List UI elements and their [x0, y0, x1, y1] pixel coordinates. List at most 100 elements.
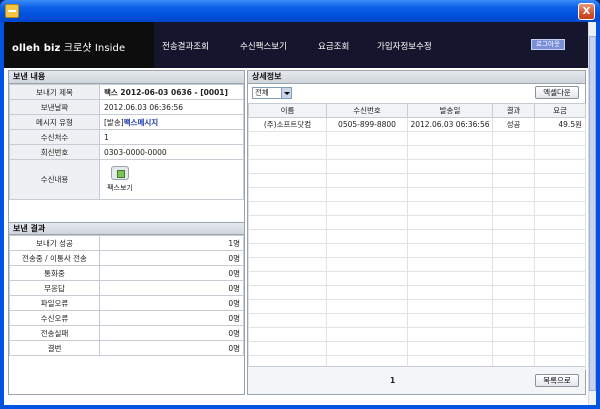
column-header-sent-date[interactable]: 발송일 — [407, 103, 493, 118]
send-result-table: 보내기 성공 1명 전송중 / 이통사 전송 0명 통화중 0명 무응답 0명 파일오류… — [9, 235, 244, 356]
empty-row — [248, 341, 586, 356]
nav-fee-inquiry[interactable]: 요금조회 — [318, 40, 349, 52]
table-row: 파일오류 0명 — [9, 295, 244, 311]
row-label: 보내기 제목 — [9, 84, 100, 100]
table-row[interactable]: (주)소프트닷컴 0505-899-8800 2012.06.03 06:36:… — [248, 117, 586, 132]
row-label: 메시지 유형 — [9, 114, 100, 130]
row-value: 0명 — [99, 265, 244, 281]
empty-row — [248, 285, 586, 300]
filter-select[interactable]: 전체 — [252, 87, 292, 99]
logout-button[interactable]: 로그아웃 — [531, 39, 565, 50]
view-fax-cell: 팩스보기 — [99, 159, 244, 200]
empty-row — [248, 131, 586, 146]
detail-toolbar: 전체 엑셀다운 — [248, 85, 585, 101]
send-result-heading: 보낸 결과 — [9, 222, 244, 235]
table-row: 수신내용 팩스보기 — [9, 159, 244, 200]
detail-table: 이름 수신번호 발송일 결과 요금 (주)소프트닷컴 0505-899-8800… — [248, 103, 586, 370]
row-label: 파일오류 — [9, 295, 100, 311]
table-row: 보낸날짜 2012.06.03 06:36:56 — [9, 99, 244, 115]
table-row: 회신번호 0303-0000-0000 — [9, 144, 244, 160]
row-label: 수신처수 — [9, 129, 100, 145]
table-row: 보내기 제목 팩스 2012-06-03 0636 - [0001] — [9, 84, 244, 100]
brand-name: olleh biz — [12, 43, 61, 54]
back-to-list-button[interactable]: 목록으로 — [535, 374, 579, 387]
row-value: 0명 — [99, 310, 244, 326]
row-value: 0명 — [99, 325, 244, 341]
row-label: 보낸날짜 — [9, 99, 100, 115]
header-bar: olleh biz 크로샷 Inside 전송결과조회 수신팩스보기 요금조회 … — [4, 22, 596, 68]
nav-subscriber-info[interactable]: 가입자정보수정 — [377, 40, 432, 52]
column-header-number[interactable]: 수신번호 — [326, 103, 408, 118]
row-label: 보내기 성공 — [9, 235, 100, 251]
window-app-icon — [5, 4, 19, 18]
right-panel: 상세정보 전체 엑셀다운 이름 수신번호 발송일 결과 요금 (주)소프트닷컴 … — [247, 70, 586, 395]
detail-footer: 1 목록으로 — [248, 366, 585, 394]
reply-number-value: 0303-0000-0000 — [99, 144, 244, 160]
message-type-link[interactable]: 팩스메시지 — [124, 118, 159, 127]
row-value: 0명 — [99, 280, 244, 296]
empty-row — [248, 159, 586, 174]
row-label: 전송실패 — [9, 325, 100, 341]
excel-download-button[interactable]: 엑셀다운 — [535, 86, 579, 99]
empty-row — [248, 173, 586, 188]
column-header-fee[interactable]: 요금 — [534, 103, 586, 118]
row-label: 수신내용 — [9, 159, 100, 200]
detail-heading: 상세정보 — [248, 71, 585, 84]
table-row: 무응답 0명 — [9, 280, 244, 296]
brand-logo: olleh biz 크로샷 Inside — [12, 39, 125, 54]
window-scrollbar[interactable] — [588, 22, 596, 405]
close-button[interactable]: X — [578, 3, 595, 20]
table-row: 보내기 성공 1명 — [9, 235, 244, 251]
table-row: 전송실패 0명 — [9, 325, 244, 341]
cell-result: 성공 — [492, 117, 535, 132]
filter-select-value: 전체 — [255, 88, 269, 97]
row-label: 수신오류 — [9, 310, 100, 326]
message-type-value: [발송]팩스메시지 — [99, 114, 244, 130]
row-label: 무응답 — [9, 280, 100, 296]
empty-row — [248, 187, 586, 202]
row-value: 0명 — [99, 250, 244, 266]
row-label: 회신번호 — [9, 144, 100, 160]
row-label: 전송중 / 이통사 전송 — [9, 250, 100, 266]
table-row: 전송중 / 이통사 전송 0명 — [9, 250, 244, 266]
column-header-name[interactable]: 이름 — [248, 103, 327, 118]
fax-view-icon — [111, 166, 129, 180]
brand-subtitle: 크로샷 Inside — [60, 43, 126, 54]
column-header-result[interactable]: 결과 — [492, 103, 535, 118]
empty-row — [248, 243, 586, 258]
send-content-table: 보내기 제목 팩스 2012-06-03 0636 - [0001] 보낸날짜 … — [9, 84, 244, 200]
cell-fee: 49.5원 — [534, 117, 586, 132]
row-label: 통화중 — [9, 265, 100, 281]
table-row: 수신처수 1 — [9, 129, 244, 145]
empty-row — [248, 299, 586, 314]
view-fax-label: 팩스보기 — [107, 184, 133, 192]
client-area: olleh biz 크로샷 Inside 전송결과조회 수신팩스보기 요금조회 … — [4, 22, 596, 405]
nav-send-results[interactable]: 전송결과조회 — [162, 40, 209, 52]
chevron-down-icon — [281, 88, 291, 98]
send-content-heading: 보낸 내용 — [9, 71, 244, 84]
table-row: 결번 0명 — [9, 340, 244, 356]
send-title-value: 팩스 2012-06-03 0636 - [0001] — [99, 84, 244, 100]
empty-row — [248, 215, 586, 230]
empty-row — [248, 327, 586, 342]
empty-row — [248, 145, 586, 160]
table-row: 통화중 0명 — [9, 265, 244, 281]
table-row: 메시지 유형 [발송]팩스메시지 — [9, 114, 244, 130]
empty-row — [248, 201, 586, 216]
detail-table-wrap: 이름 수신번호 발송일 결과 요금 (주)소프트닷컴 0505-899-8800… — [248, 103, 586, 370]
cell-sent-date: 2012.06.03 06:36:56 — [407, 117, 493, 132]
empty-row — [248, 313, 586, 328]
title-bar: X — [0, 0, 600, 22]
row-value: 1명 — [99, 235, 244, 251]
app-window: X olleh biz 크로샷 Inside 전송결과조회 수신팩스보기 요금조… — [0, 0, 600, 409]
recipient-count-value: 1 — [99, 129, 244, 145]
message-type-prefix: [발송] — [104, 117, 124, 127]
scrollbar-thumb[interactable] — [589, 36, 596, 391]
row-value: 0명 — [99, 295, 244, 311]
page-number[interactable]: 1 — [390, 376, 395, 385]
row-value: 0명 — [99, 340, 244, 356]
empty-row — [248, 257, 586, 272]
view-fax-button[interactable]: 팩스보기 — [104, 166, 136, 193]
nav-received-fax[interactable]: 수신팩스보기 — [240, 40, 287, 52]
empty-row — [248, 229, 586, 244]
